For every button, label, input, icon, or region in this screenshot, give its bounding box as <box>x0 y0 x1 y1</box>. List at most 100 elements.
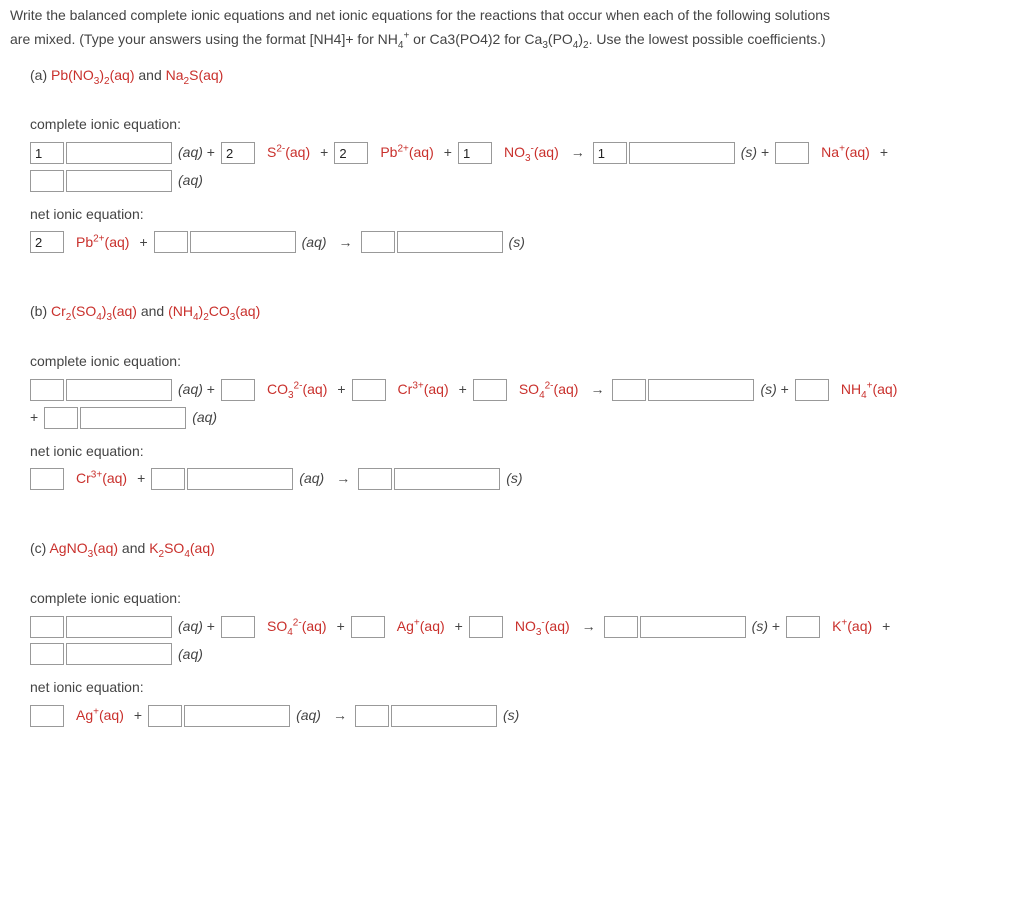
coef-input[interactable] <box>458 142 492 164</box>
part-c: (c) AgNO3(aq) and K2SO4(aq) complete ion… <box>10 537 1014 728</box>
reaction-arrow: → <box>327 704 353 728</box>
coef-input[interactable] <box>30 231 64 253</box>
part-a: (a) Pb(NO3)2(aq) and Na2S(aq) complete i… <box>10 64 1014 255</box>
coef-input[interactable] <box>351 616 385 638</box>
coef-input[interactable] <box>334 142 368 164</box>
coef-input[interactable] <box>593 142 627 164</box>
species-input[interactable] <box>190 231 296 253</box>
state-s: (s) + <box>756 378 792 402</box>
coef-input[interactable] <box>148 705 182 727</box>
species-input[interactable] <box>66 170 172 192</box>
species-label: Pb2+(aq) <box>376 141 437 165</box>
species-input[interactable] <box>648 379 754 401</box>
coef-input[interactable] <box>30 170 64 192</box>
species-label: CO32-(aq) <box>263 378 331 402</box>
reaction-arrow: → <box>576 615 602 639</box>
intro-text-2b: or Ca3(PO4)2 for Ca <box>409 31 542 47</box>
intro-text-2a: are mixed. (Type your answers using the … <box>10 31 398 47</box>
intro-text-2e: . Use the lowest possible coefficients.) <box>589 31 826 47</box>
intro-text-2c: (PO <box>548 31 573 47</box>
coef-input[interactable] <box>154 231 188 253</box>
coef-input[interactable] <box>473 379 507 401</box>
state-s: (s) <box>505 231 529 255</box>
part-c-complete-label: complete ionic equation: <box>30 587 1014 611</box>
state-s: (s) + <box>748 615 784 639</box>
coef-input[interactable] <box>786 616 820 638</box>
part-b-complete-label: complete ionic equation: <box>30 350 1014 374</box>
coef-input[interactable] <box>30 616 64 638</box>
plus-sep: + <box>878 615 894 639</box>
coef-input[interactable] <box>30 468 64 490</box>
plus-sep: + <box>30 406 42 430</box>
instructions: Write the balanced complete ionic equati… <box>10 4 1014 52</box>
part-b: (b) Cr2(SO4)3(aq) and (NH4)2CO3(aq) comp… <box>10 300 1014 491</box>
plus-sep: + <box>451 615 467 639</box>
species-label: Na+(aq) <box>817 141 874 165</box>
part-b-net-row: Cr3+(aq) + (aq) → (s) <box>30 467 1014 491</box>
part-b-complete-row1: (aq) + CO32-(aq) + Cr3+(aq) + SO42-(aq) … <box>30 378 1014 402</box>
coef-input[interactable] <box>30 705 64 727</box>
species-label: SO42-(aq) <box>263 615 331 639</box>
coef-input[interactable] <box>221 616 255 638</box>
state-aq: (aq) <box>188 406 221 430</box>
plus-sep: + <box>135 231 151 255</box>
part-b-reactant-2: (NH4)2CO3(aq) <box>168 303 260 319</box>
coef-input[interactable] <box>795 379 829 401</box>
plus-sep: + <box>876 141 892 165</box>
coef-input[interactable] <box>775 142 809 164</box>
part-c-reactant-2: K2SO4(aq) <box>149 540 215 556</box>
state-aq: (aq) <box>292 704 325 728</box>
species-input[interactable] <box>66 643 172 665</box>
species-input[interactable] <box>394 468 500 490</box>
species-input[interactable] <box>629 142 735 164</box>
coef-input[interactable] <box>361 231 395 253</box>
part-a-reactant-2: Na2S(aq) <box>166 67 224 83</box>
state-s: (s) <box>502 467 526 491</box>
species-input[interactable] <box>397 231 503 253</box>
species-input[interactable] <box>66 379 172 401</box>
state-s: (s) + <box>737 141 773 165</box>
part-a-net-row: Pb2+(aq) + (aq) → (s) <box>30 231 1014 255</box>
coef-input[interactable] <box>151 468 185 490</box>
part-b-reactants: (b) Cr2(SO4)3(aq) and (NH4)2CO3(aq) <box>30 300 1014 324</box>
species-label: NO3-(aq) <box>511 615 574 639</box>
coef-input[interactable] <box>30 142 64 164</box>
coef-input[interactable] <box>355 705 389 727</box>
coef-input[interactable] <box>221 142 255 164</box>
coef-input[interactable] <box>612 379 646 401</box>
state-aq: (aq) <box>174 643 207 667</box>
part-a-tag: (a) <box>30 67 51 83</box>
state-aq: (aq) + <box>174 615 219 639</box>
intro-sub-nh4: 4 <box>398 40 404 51</box>
plus-sep: + <box>316 141 332 165</box>
part-a-and: and <box>135 67 166 83</box>
part-c-net-row: Ag+(aq) + (aq) → (s) <box>30 704 1014 728</box>
species-label: SO42-(aq) <box>515 378 583 402</box>
coef-input[interactable] <box>30 643 64 665</box>
species-input[interactable] <box>80 407 186 429</box>
species-input[interactable] <box>184 705 290 727</box>
species-input[interactable] <box>66 616 172 638</box>
species-input[interactable] <box>66 142 172 164</box>
plus-sep: + <box>333 615 349 639</box>
part-a-reactant-1: Pb(NO3)2(aq) <box>51 67 135 83</box>
intro-text-1: Write the balanced complete ionic equati… <box>10 7 830 23</box>
part-c-complete-row1: (aq) + SO42-(aq) + Ag+(aq) + NO3-(aq) → … <box>30 615 1014 639</box>
part-a-complete-label: complete ionic equation: <box>30 113 1014 137</box>
part-c-reactant-1: AgNO3(aq) <box>49 540 118 556</box>
coef-input[interactable] <box>358 468 392 490</box>
part-b-and: and <box>137 303 168 319</box>
species-label: K+(aq) <box>828 615 876 639</box>
species-input[interactable] <box>187 468 293 490</box>
plus-sep: + <box>130 704 146 728</box>
coef-input[interactable] <box>469 616 503 638</box>
plus-sep: + <box>455 378 471 402</box>
coef-input[interactable] <box>221 379 255 401</box>
coef-input[interactable] <box>604 616 638 638</box>
part-c-net-label: net ionic equation: <box>30 676 1014 700</box>
coef-input[interactable] <box>30 379 64 401</box>
species-input[interactable] <box>391 705 497 727</box>
coef-input[interactable] <box>44 407 78 429</box>
species-input[interactable] <box>640 616 746 638</box>
coef-input[interactable] <box>352 379 386 401</box>
